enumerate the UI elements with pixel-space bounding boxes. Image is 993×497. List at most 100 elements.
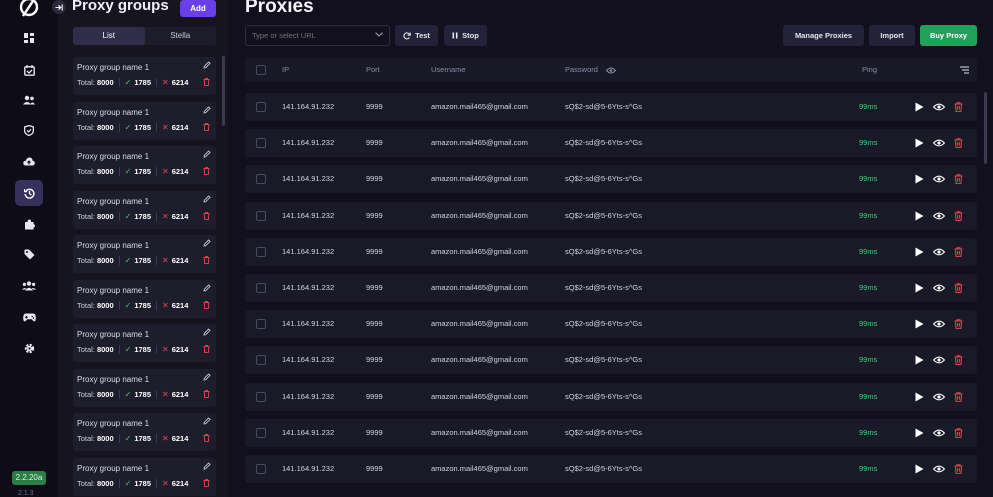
import-button[interactable]: Import [869,25,915,46]
trash-icon[interactable] [954,319,963,330]
row-checkbox[interactable] [256,102,266,112]
play-icon[interactable] [915,138,924,148]
row-checkbox[interactable] [256,210,266,221]
trash-icon[interactable] [203,434,210,442]
column-ip[interactable]: IP [282,58,289,82]
tab-list[interactable]: List [73,27,145,45]
proxies-scrollbar[interactable] [984,92,987,164]
tab-stella[interactable]: Stella [145,27,217,45]
play-icon[interactable] [915,283,924,293]
edit-pencil-icon[interactable] [203,105,211,114]
trash-icon[interactable] [954,246,963,257]
proxy-group-card[interactable]: Proxy group name 1 Total: 8000 ✓ 1785 ✕ 6214 [73,324,216,362]
buy-proxy-button[interactable]: Buy Proxy [920,25,977,46]
trash-icon[interactable] [954,427,963,438]
trash-icon[interactable] [954,174,963,185]
stop-button[interactable]: Stop [444,25,487,46]
proxy-group-card[interactable]: Proxy group name 1 Total: 8000 ✓ 1785 ✕ 6214 [73,457,216,496]
edit-pencil-icon[interactable] [203,61,211,69]
eye-icon[interactable] [933,320,945,328]
column-port[interactable]: Port [366,58,380,82]
proxy-group-card[interactable]: Proxy group name 1 Total: 8000 ✓ 1785 ✕ 6214 [73,190,216,229]
manage-proxies-button[interactable]: Manage Proxies [783,25,864,46]
url-select-input[interactable] [245,25,390,46]
eye-icon[interactable] [933,175,945,183]
filter-menu-icon[interactable] [960,66,969,74]
trash-icon[interactable] [203,300,210,309]
edit-pencil-icon[interactable] [203,417,211,425]
table-row[interactable]: 141.164.91.232 9999 amazon.mail465@gmail.c… [245,129,977,158]
eye-icon[interactable] [933,465,945,473]
proxy-group-card[interactable]: Proxy group name 1 Total: 8000 ✓ 1785 ✕ 6214 [73,101,216,140]
trash-icon[interactable] [203,167,210,175]
play-icon[interactable] [915,428,924,438]
play-icon[interactable] [915,174,924,184]
row-checkbox[interactable] [256,319,266,330]
eye-icon[interactable] [606,67,616,74]
eye-icon[interactable] [933,393,945,401]
collapse-panel-button[interactable] [52,0,66,14]
groups-scrollbar[interactable] [222,56,225,126]
trash-icon[interactable] [203,389,210,398]
trash-icon[interactable] [954,391,963,402]
trash-icon[interactable] [954,138,963,149]
edit-pencil-icon[interactable] [203,239,211,247]
trash-icon[interactable] [954,464,963,474]
trash-icon[interactable] [954,283,963,293]
play-icon[interactable] [915,392,924,402]
table-row[interactable]: 141.164.91.232 9999 amazon.mail465@gmail.c… [245,93,977,121]
play-icon[interactable] [915,211,924,221]
eye-icon[interactable] [933,356,945,364]
trash-icon[interactable] [954,355,963,366]
play-icon[interactable] [915,355,924,365]
column-ping[interactable]: Ping [862,58,877,82]
row-checkbox[interactable] [256,174,266,185]
test-button[interactable]: Test [395,25,438,46]
row-checkbox[interactable] [256,355,266,366]
table-row[interactable]: 141.164.91.232 9999 amazon.mail465@gmail.c… [245,382,977,411]
table-row[interactable]: 141.164.91.232 9999 amazon.mail465@gmail.c… [245,165,977,194]
play-icon[interactable] [915,247,924,257]
eye-icon[interactable] [933,103,945,111]
add-group-button[interactable]: Add [180,0,216,17]
table-row[interactable]: 141.164.91.232 9999 amazon.mail465@gmail.c… [245,346,977,375]
row-checkbox[interactable] [256,246,266,257]
row-checkbox[interactable] [256,427,266,438]
table-row[interactable]: 141.164.91.232 9999 amazon.mail465@gmail.c… [245,201,977,230]
table-row[interactable]: 141.164.91.232 9999 amazon.mail465@gmail.c… [245,310,977,339]
play-icon[interactable] [915,464,924,474]
trash-icon[interactable] [203,345,210,353]
table-row[interactable]: 141.164.91.232 9999 amazon.mail465@gmail.c… [245,237,977,266]
row-checkbox[interactable] [256,138,266,149]
edit-pencil-icon[interactable] [203,283,211,292]
eye-icon[interactable] [933,212,945,220]
eye-icon[interactable] [933,248,945,256]
trash-icon[interactable] [203,78,210,86]
trash-icon[interactable] [954,102,963,112]
play-icon[interactable] [915,319,924,329]
proxy-group-card[interactable]: Proxy group name 1 Total: 8000 ✓ 1785 ✕ 6214 [73,57,216,95]
proxy-group-card[interactable]: Proxy group name 1 Total: 8000 ✓ 1785 ✕ 6214 [73,146,216,184]
trash-icon[interactable] [203,211,210,220]
row-checkbox[interactable] [256,464,266,474]
column-password[interactable]: Password [565,58,598,82]
chevron-down-icon[interactable] [375,32,383,37]
select-all-checkbox[interactable] [256,65,266,75]
trash-icon[interactable] [203,122,210,131]
proxy-group-card[interactable]: Proxy group name 1 Total: 8000 ✓ 1785 ✕ 6214 [73,368,216,407]
row-checkbox[interactable] [256,391,266,402]
proxy-group-card[interactable]: Proxy group name 1 Total: 8000 ✓ 1785 ✕ 6214 [73,279,216,318]
eye-icon[interactable] [933,284,945,292]
edit-pencil-icon[interactable] [203,328,211,336]
trash-icon[interactable] [203,256,210,264]
eye-icon[interactable] [933,429,945,437]
table-row[interactable]: 141.164.91.232 9999 amazon.mail465@gmail.c… [245,418,977,447]
eye-icon[interactable] [933,139,945,147]
play-icon[interactable] [915,102,924,112]
trash-icon[interactable] [954,210,963,221]
column-username[interactable]: Username [431,58,466,82]
edit-pencil-icon[interactable] [203,150,211,158]
trash-icon[interactable] [203,478,210,487]
table-row[interactable]: 141.164.91.232 9999 amazon.mail465@gmail.c… [245,455,977,483]
edit-pencil-icon[interactable] [203,194,211,203]
